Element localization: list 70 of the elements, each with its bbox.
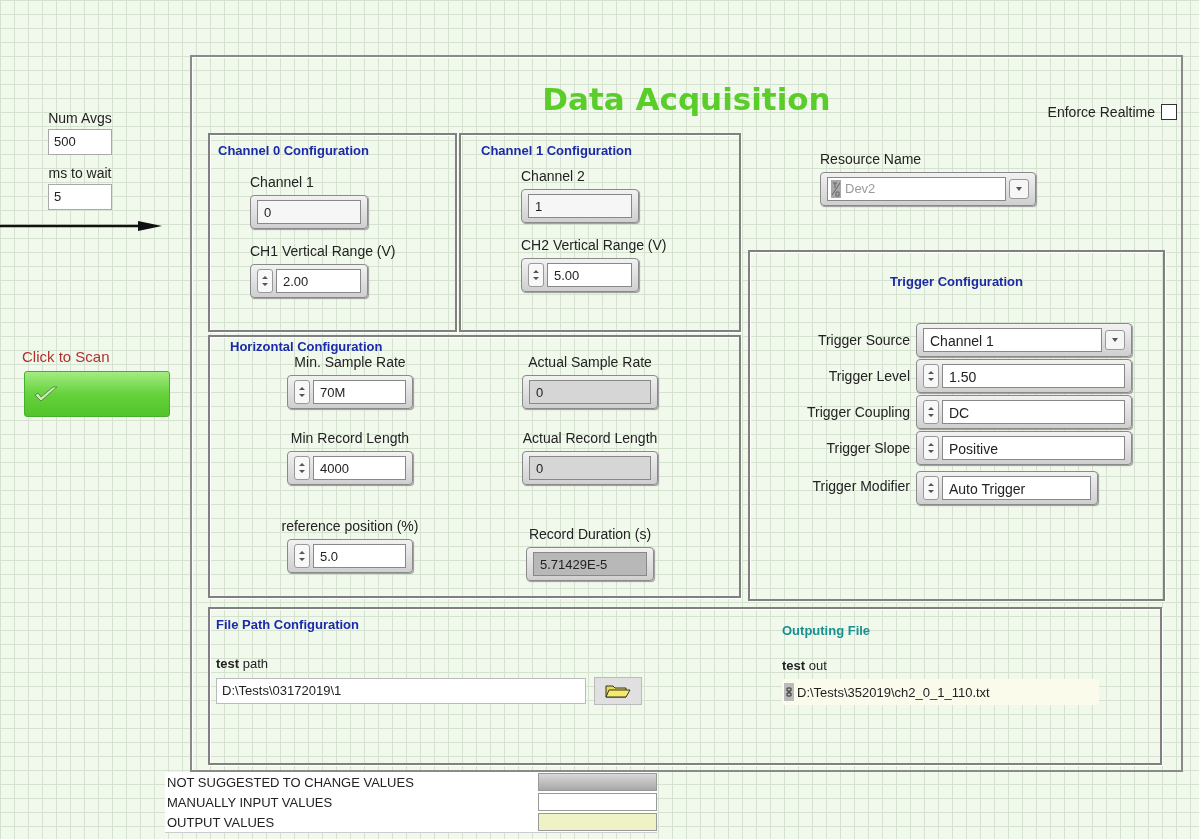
numeric-field[interactable]: Auto Trigger [942,476,1091,500]
legend-label: OUTPUT VALUES [166,814,275,830]
spinner-button[interactable] [923,436,939,460]
numeric-field[interactable]: 5.0 [313,544,406,568]
control-label: Min Record Length [290,430,410,446]
numeric-field[interactable]: Positive [942,436,1125,460]
spinner-button[interactable] [294,544,310,568]
numeric-field[interactable]: 4000 [313,456,406,480]
numeric-field[interactable]: DC [942,400,1125,424]
checkmark-icon [33,384,59,404]
spinner-button[interactable] [294,456,310,480]
folder-icon [605,683,631,699]
numeric-field[interactable]: 70M [313,380,406,404]
control-label: reference position (%) [281,518,419,534]
path-icon [784,683,794,701]
value-field[interactable]: 5 [48,184,112,210]
numeric-field[interactable]: 5.00 [547,263,632,287]
control-label: Actual Record Length [522,430,658,446]
spinner-button[interactable] [923,400,939,424]
checkbox-label: Enforce Realtime [1047,103,1155,120]
control-label: Trigger Level [828,368,910,384]
control-label: test path [216,656,270,671]
group-title: Outputing File [782,623,871,638]
control-label: Trigger Slope [826,440,910,456]
control-label: Actual Sample Rate [528,354,652,370]
control-label: Trigger Coupling [807,404,910,420]
control-label: Record Duration (s) [528,526,652,542]
ring-field[interactable]: Channel 1 [923,328,1102,352]
panel-title: Data Acquisition [542,81,831,119]
numeric-field[interactable]: 1.50 [942,364,1125,388]
group-title: File Path Configuration [216,617,359,632]
control-label: CH2 Vertical Range (V) [521,237,667,253]
control-label: Trigger Source [817,332,910,348]
browse-button[interactable] [594,677,642,705]
value-field[interactable]: 0 [257,200,361,224]
value-field[interactable]: 500 [48,129,112,155]
indicator-field: 5.71429E-5 [533,552,647,576]
control-label: ms to wait [48,165,112,181]
spinner-button[interactable] [294,380,310,404]
numeric-field[interactable]: 2.00 [276,269,361,293]
io-icon [831,180,841,198]
control-label: Num Avgs [48,110,112,126]
scan-label: Click to Scan [22,348,110,365]
control-label: Channel 2 [521,168,585,184]
caret-icon [1014,185,1024,193]
control-label: Resource Name [820,151,922,167]
control-label: Trigger Modifier [812,478,910,494]
spinner-button[interactable] [923,476,939,500]
path-field[interactable]: D:\Tests\03172019\1 [216,678,586,704]
legend-label: NOT SUGGESTED TO CHANGE VALUES [166,774,414,790]
indicator-field: 0 [529,380,651,404]
control-label: Channel 1 [250,174,314,190]
output-path-field: D:\Tests\352019\ch2_0_1_110.txt [782,679,1099,705]
checkbox[interactable] [1161,103,1177,120]
spinner-button[interactable] [257,269,273,293]
control-label: CH1 Vertical Range (V) [250,243,396,259]
control-label: test out [782,658,828,673]
control-label: Min. Sample Rate [294,354,406,370]
dropdown-button[interactable] [1009,179,1029,199]
dropdown-button[interactable] [1105,330,1125,350]
legend-label: MANUALLY INPUT VALUES [166,794,333,810]
group-title: Channel 1 Configuration [481,143,632,158]
spinner-button[interactable] [923,364,939,388]
value-field[interactable]: 1 [528,194,632,218]
spinner-button[interactable] [528,263,544,287]
caret-icon [1110,336,1120,344]
group-title: Channel 0 Configuration [218,143,369,158]
indicator-field: 0 [529,456,651,480]
group-title: Trigger Configuration [890,274,1023,289]
group-title: Horizontal Configuration [230,339,383,354]
